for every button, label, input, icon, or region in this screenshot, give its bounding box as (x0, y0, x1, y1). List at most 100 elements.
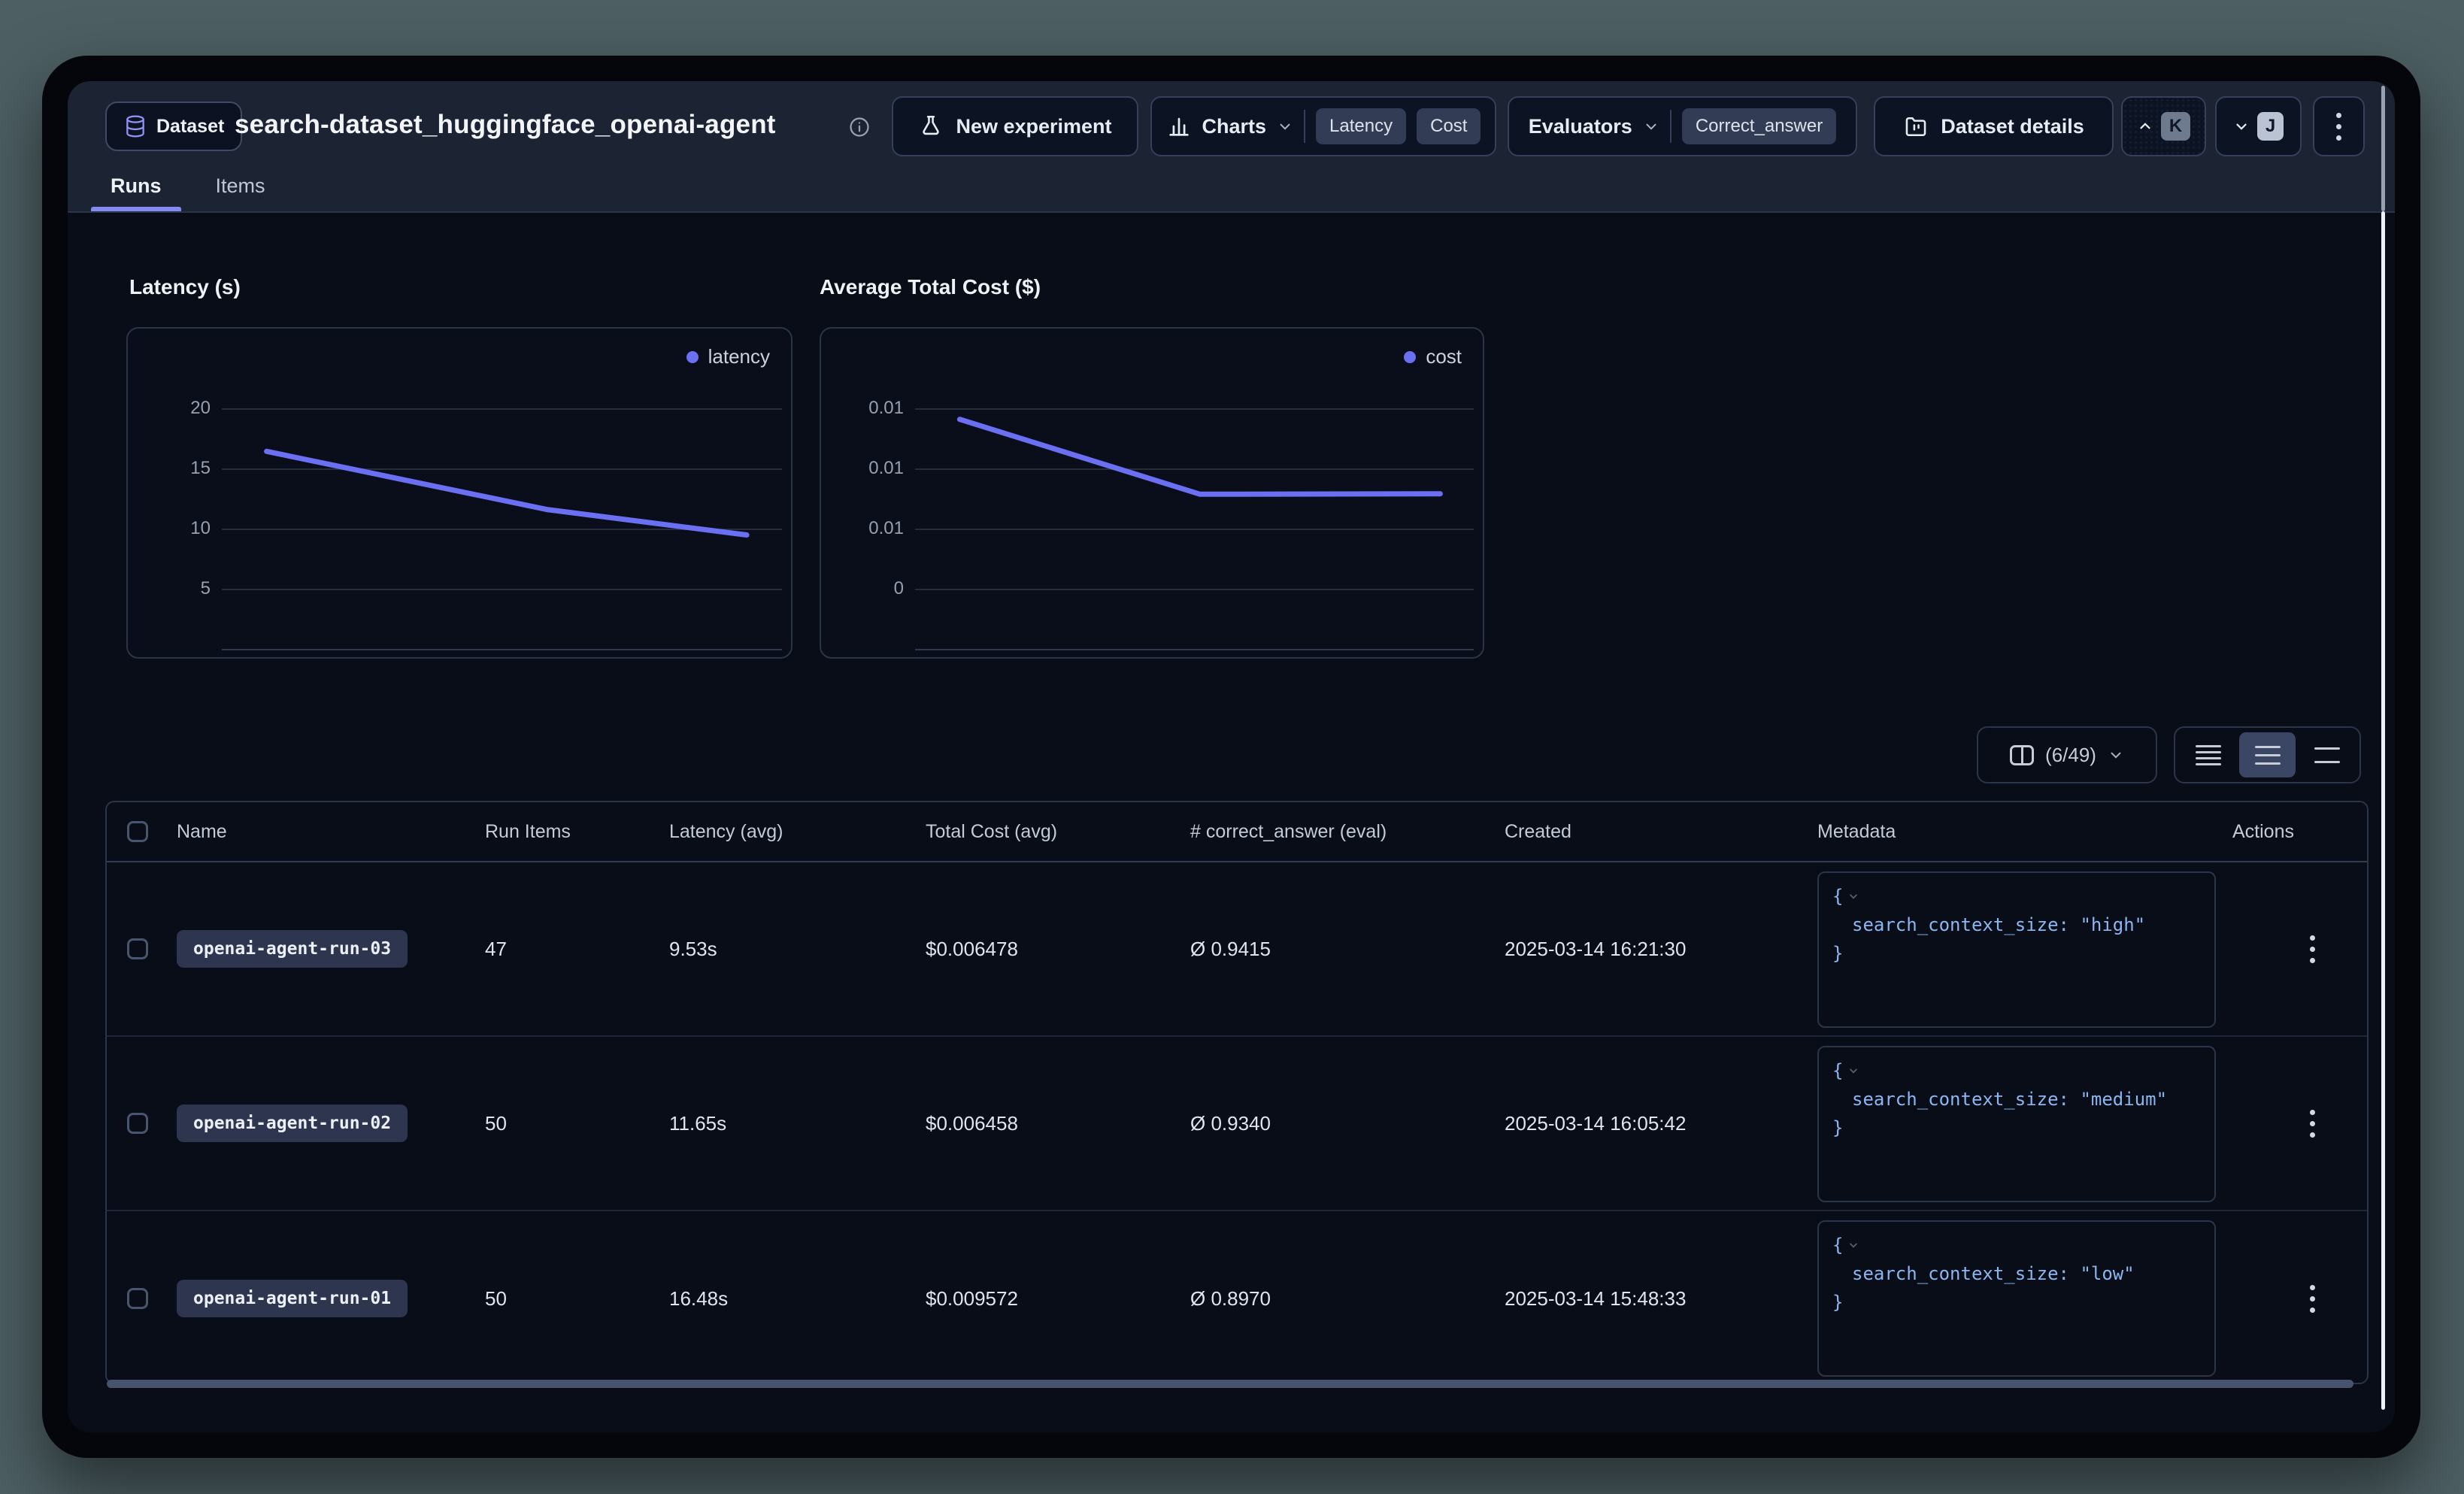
col-header-name[interactable]: Name (168, 821, 476, 843)
col-header-correct-answer[interactable]: # correct_answer (eval) (1181, 821, 1496, 843)
folder-icon (1903, 114, 1929, 139)
correct-answer-value: Ø 0.9340 (1181, 1112, 1496, 1135)
run-items-value: 50 (476, 1287, 660, 1311)
evaluators-label: Evaluators (1529, 115, 1632, 138)
metadata-value: "low" (2080, 1263, 2134, 1284)
dataset-badge-label: Dataset (156, 116, 224, 138)
total-cost-value: $0.006458 (917, 1112, 1181, 1135)
compact-rows-icon (2196, 745, 2221, 747)
info-icon[interactable] (848, 116, 871, 138)
col-header-metadata: Metadata (1808, 821, 2223, 843)
row-kebab-button[interactable] (2255, 1285, 2370, 1313)
vertical-scrollbar-track[interactable] (2381, 86, 2385, 211)
next-run-button[interactable]: J (2215, 96, 2302, 156)
y-tick: 0.01 (821, 518, 904, 539)
y-tick: 0 (821, 578, 904, 599)
latency-value: 11.65s (660, 1112, 917, 1135)
created-value: 2025-03-14 15:48:33 (1496, 1287, 1808, 1311)
metadata-key: search_context_size: (1852, 1089, 2069, 1110)
collapse-chevron-icon[interactable] (1847, 890, 1859, 902)
y-tick: 0.01 (821, 398, 904, 419)
dataset-details-button[interactable]: Dataset details (1874, 96, 2114, 156)
bar-chart-icon (1166, 114, 1192, 139)
chevron-down-icon (2233, 118, 2250, 135)
metadata-value: "high" (2080, 914, 2145, 935)
metadata-cell: { search_context_size: "low" } (1808, 1211, 2223, 1386)
created-value: 2025-03-14 16:21:30 (1496, 938, 1808, 961)
row-actions (2223, 935, 2370, 963)
cost-line-series (915, 329, 1474, 660)
desktop-background: Dataset search-dataset_huggingface_opena… (0, 0, 2464, 1494)
metadata-json-box[interactable]: { search_context_size: "medium" } (1817, 1046, 2216, 1202)
y-tick: 0.01 (821, 458, 904, 479)
latency-chart-title: Latency (s) (129, 275, 241, 299)
horizontal-scrollbar[interactable] (107, 1380, 2353, 1388)
divider (1670, 110, 1671, 143)
tab-items[interactable]: Items (196, 160, 285, 211)
y-tick: 20 (128, 398, 211, 419)
row-height-medium-button[interactable] (2239, 732, 2296, 777)
row-height-compact-button[interactable] (2180, 732, 2236, 777)
table-row: openai-agent-run-03 47 9.53s $0.006478 Ø… (107, 862, 2367, 1037)
vertical-scrollbar-thumb[interactable] (2381, 211, 2385, 1410)
previous-run-button[interactable]: K (2121, 96, 2206, 156)
latency-value: 16.48s (660, 1287, 917, 1311)
row-kebab-button[interactable] (2255, 1110, 2370, 1138)
row-actions (2223, 1110, 2370, 1138)
col-header-latency[interactable]: Latency (avg) (660, 821, 917, 843)
chart-chip-cost[interactable]: Cost (1417, 108, 1481, 144)
y-tick: 5 (128, 578, 211, 599)
y-tick: 10 (128, 518, 211, 539)
table-row: openai-agent-run-02 50 11.65s $0.006458 … (107, 1037, 2367, 1211)
collapse-chevron-icon[interactable] (1847, 1065, 1859, 1077)
header: Dataset search-dataset_huggingface_opena… (68, 81, 2395, 213)
chevron-down-icon (2108, 747, 2124, 763)
row-checkbox[interactable] (127, 1113, 148, 1134)
columns-icon (2010, 745, 2034, 765)
latency-line-series (222, 329, 782, 660)
header-more-actions-button[interactable] (2313, 96, 2365, 156)
row-kebab-button[interactable] (2255, 935, 2370, 963)
evaluator-chip-correct-answer[interactable]: Correct_answer (1682, 108, 1836, 144)
dataset-type-badge: Dataset (105, 102, 242, 151)
col-header-run-items[interactable]: Run Items (476, 821, 660, 843)
row-checkbox[interactable] (127, 938, 148, 959)
divider (1304, 110, 1305, 143)
created-value: 2025-03-14 16:05:42 (1496, 1112, 1808, 1135)
col-header-total-cost[interactable]: Total Cost (avg) (917, 821, 1181, 843)
columns-count-label: (6/49) (2045, 744, 2096, 767)
chart-chip-latency[interactable]: Latency (1316, 108, 1406, 144)
collapse-chevron-icon[interactable] (1847, 1239, 1859, 1251)
run-name-badge[interactable]: openai-agent-run-02 (177, 1105, 408, 1142)
cost-chart-title: Average Total Cost ($) (820, 275, 1041, 299)
new-experiment-button[interactable]: New experiment (892, 96, 1138, 156)
tab-runs[interactable]: Runs (91, 160, 181, 211)
column-visibility-button[interactable]: (6/49) (1977, 726, 2157, 783)
metadata-json-box[interactable]: { search_context_size: "high" } (1817, 871, 2216, 1028)
tall-rows-icon (2314, 747, 2340, 750)
row-height-tall-button[interactable] (2299, 732, 2355, 777)
col-header-created[interactable]: Created (1496, 821, 1808, 843)
table-row: openai-agent-run-01 50 16.48s $0.009572 … (107, 1211, 2367, 1386)
col-header-actions: Actions (2223, 821, 2370, 843)
flask-icon (918, 114, 944, 139)
charts-menu-button[interactable]: Charts Latency Cost (1150, 96, 1496, 156)
new-experiment-label: New experiment (956, 115, 1111, 138)
metadata-value: "medium" (2080, 1089, 2167, 1110)
medium-rows-icon (2255, 746, 2281, 748)
kebab-icon (2336, 113, 2341, 141)
evaluators-menu-button[interactable]: Evaluators Correct_answer (1508, 96, 1857, 156)
select-all-checkbox[interactable] (127, 821, 148, 842)
latency-value: 9.53s (660, 938, 917, 961)
latency-chart: latency 20 15 10 5 (126, 327, 793, 659)
runs-table: Name Run Items Latency (avg) Total Cost … (105, 801, 2369, 1384)
shortcut-key-k: K (2161, 112, 2190, 141)
row-checkbox[interactable] (127, 1288, 148, 1309)
correct-answer-value: Ø 0.9415 (1181, 938, 1496, 961)
app-content: Dataset search-dataset_huggingface_opena… (68, 81, 2395, 1432)
run-name-badge[interactable]: openai-agent-run-03 (177, 930, 408, 968)
metadata-json-box[interactable]: { search_context_size: "low" } (1817, 1220, 2216, 1377)
run-name-badge[interactable]: openai-agent-run-01 (177, 1280, 408, 1317)
cost-chart: cost 0.01 0.01 0.01 0 (820, 327, 1484, 659)
y-tick: 15 (128, 458, 211, 479)
